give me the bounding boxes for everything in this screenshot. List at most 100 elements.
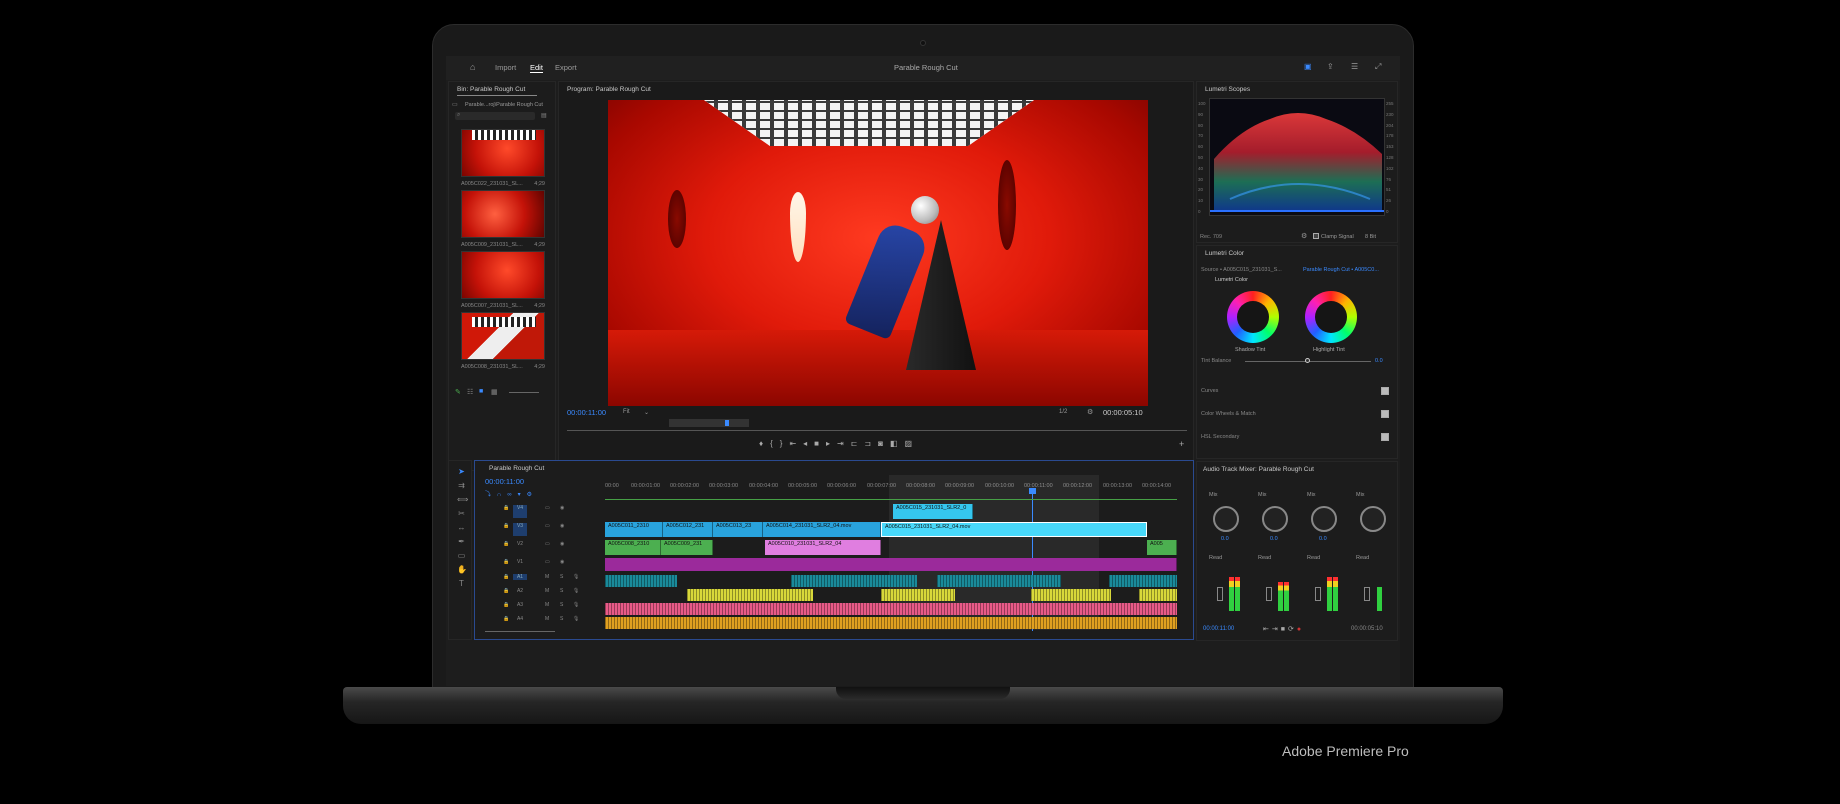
pan-knob[interactable]	[1360, 506, 1386, 532]
slip-icon[interactable]: ↔	[457, 523, 466, 532]
record-icon[interactable]: ●	[1297, 626, 1304, 633]
step-back-icon[interactable]: ◂	[803, 439, 814, 448]
selection-tool-icon[interactable]: ➤	[457, 467, 466, 476]
color-wheels-checkbox[interactable]	[1381, 410, 1389, 418]
eye-icon[interactable]: ◉	[560, 559, 564, 565]
pan-knob[interactable]	[1311, 506, 1337, 532]
list-view-icon[interactable]: ☷	[467, 388, 473, 396]
rec-standard[interactable]: Rec. 709	[1200, 234, 1222, 240]
program-timecode[interactable]: 00:00:11:00	[567, 408, 606, 417]
wrench-icon[interactable]: ⚙	[1301, 232, 1307, 240]
track-label[interactable]: V1	[513, 559, 527, 565]
lift-icon[interactable]: ⊏	[851, 439, 865, 448]
lock-icon[interactable]: 🔒	[503, 559, 509, 565]
timeline-clip[interactable]: A005C009_231	[661, 540, 713, 555]
stop-icon[interactable]: ■	[814, 439, 826, 448]
solo-button[interactable]: S	[560, 574, 563, 580]
curves-section[interactable]: Curves	[1201, 388, 1218, 394]
audio-clip[interactable]	[937, 575, 1061, 587]
tab-edit[interactable]: Edit	[530, 63, 543, 73]
track-label[interactable]: V3	[513, 523, 527, 536]
marker-icon[interactable]: ♦	[759, 439, 770, 448]
audio-clip[interactable]	[791, 575, 917, 587]
timeline-clip[interactable]: A005C014_231031_SLR2_04.mov	[763, 522, 881, 537]
go-to-in-icon[interactable]: ⇤	[789, 439, 803, 448]
audio-clip[interactable]	[1139, 589, 1177, 601]
tint-balance-value[interactable]: 0.0	[1375, 358, 1383, 364]
mic-icon[interactable]: 🎙	[573, 616, 579, 622]
mix-dropdown[interactable]: Mix	[1258, 492, 1267, 498]
volume-fader[interactable]	[1266, 587, 1272, 601]
film-icon[interactable]: ▭	[545, 541, 550, 547]
audio-clip[interactable]	[1109, 575, 1177, 587]
lock-icon[interactable]: 🔒	[503, 602, 509, 608]
lock-icon[interactable]: 🔒	[503, 588, 509, 594]
tab-import[interactable]: Import	[495, 63, 516, 72]
track-label[interactable]: A2	[513, 588, 527, 594]
go-to-out-icon[interactable]: ⇥	[837, 439, 851, 448]
track-label[interactable]: A3	[513, 602, 527, 608]
type-tool-icon[interactable]: T	[457, 579, 466, 588]
bit-depth-dropdown[interactable]: 8 Bit	[1365, 234, 1376, 240]
video-frame[interactable]	[608, 100, 1148, 406]
track-header-v4[interactable]: 🔒 V4 ▭ ◉	[495, 505, 615, 520]
film-icon[interactable]: ▭	[545, 505, 550, 511]
pencil-icon[interactable]: ✎	[455, 388, 461, 396]
share-icon[interactable]: ⇪	[1327, 62, 1334, 71]
freeform-view-icon[interactable]: ▦	[491, 388, 498, 396]
pan-value[interactable]: 0.0	[1319, 536, 1327, 542]
volume-fader[interactable]	[1315, 587, 1321, 601]
lock-icon[interactable]: 🔒	[503, 523, 509, 529]
timeline-clip[interactable]: A005C011_2310	[605, 522, 663, 537]
shadow-tint-wheel[interactable]	[1227, 291, 1279, 343]
in-point-icon[interactable]: {	[770, 439, 780, 448]
bin-thumbnail[interactable]	[461, 251, 545, 299]
slider-handle[interactable]	[1305, 358, 1310, 363]
loop-icon[interactable]: ⟳	[1288, 626, 1297, 633]
audio-clip[interactable]	[1031, 589, 1111, 601]
mini-navigator[interactable]	[669, 419, 749, 427]
lock-icon[interactable]: 🔒	[503, 505, 509, 511]
go-to-in-icon[interactable]: ⇤	[1263, 626, 1272, 633]
automation-dropdown[interactable]: Read	[1209, 555, 1222, 561]
playhead-marker[interactable]	[725, 420, 729, 426]
step-forward-icon[interactable]: ▸	[826, 439, 837, 448]
audio-clip[interactable]	[881, 589, 955, 601]
bin-thumbnail[interactable]	[461, 129, 545, 177]
playhead-handle[interactable]	[1029, 488, 1036, 494]
stop-icon[interactable]: ■	[1281, 626, 1288, 633]
camera-icon[interactable]: ◙	[878, 439, 890, 448]
track-label[interactable]: V2	[513, 541, 527, 547]
timeline-clip[interactable]: A005	[1147, 540, 1177, 555]
mic-icon[interactable]: 🎙	[573, 602, 579, 608]
go-to-out-icon[interactable]: ⇥	[1272, 626, 1281, 633]
mute-button[interactable]: M	[545, 574, 549, 580]
home-icon[interactable]: ⌂	[470, 62, 475, 72]
source-selector[interactable]: Source • A005C015_231031_S...	[1201, 267, 1282, 273]
fullscreen-icon[interactable]: ⤢	[1375, 62, 1381, 72]
wrench-icon[interactable]: ⚙	[1087, 408, 1093, 416]
track-header-a3[interactable]: 🔒 A3 M S 🎙	[495, 602, 615, 617]
mix-dropdown[interactable]: Mix	[1307, 492, 1316, 498]
bin-title[interactable]: Bin: Parable Rough Cut	[457, 86, 525, 93]
film-icon[interactable]: ▭	[545, 523, 550, 529]
export-frame-icon[interactable]: ▨	[905, 439, 920, 448]
zoom-slider[interactable]	[509, 392, 539, 393]
track-label[interactable]: A4	[513, 616, 527, 622]
timeline-clip[interactable]: A005C012_231	[663, 522, 713, 537]
track-header-a4[interactable]: 🔒 A4 M S 🎙	[495, 616, 615, 631]
solo-button[interactable]: S	[560, 588, 563, 594]
lock-icon[interactable]: 🔒	[503, 616, 509, 622]
clamp-checkbox[interactable]	[1313, 233, 1319, 239]
track-label[interactable]: A1	[513, 574, 527, 580]
track-header-a1[interactable]: 🔒 A1 M S 🎙	[495, 574, 615, 589]
track-label[interactable]: V4	[513, 505, 527, 518]
mic-icon[interactable]: 🎙	[573, 574, 579, 580]
fit-dropdown[interactable]: Fit	[623, 409, 630, 415]
program-title[interactable]: Program: Parable Rough Cut	[567, 86, 651, 93]
pan-knob[interactable]	[1262, 506, 1288, 532]
eye-icon[interactable]: ◉	[560, 523, 564, 529]
timeline-clip[interactable]: A005C015_231031_SLR2_04.mov	[881, 522, 1147, 537]
mixer-timecode[interactable]: 00:00:11:00	[1203, 626, 1234, 632]
pen-tool-icon[interactable]: ✒	[457, 537, 466, 546]
